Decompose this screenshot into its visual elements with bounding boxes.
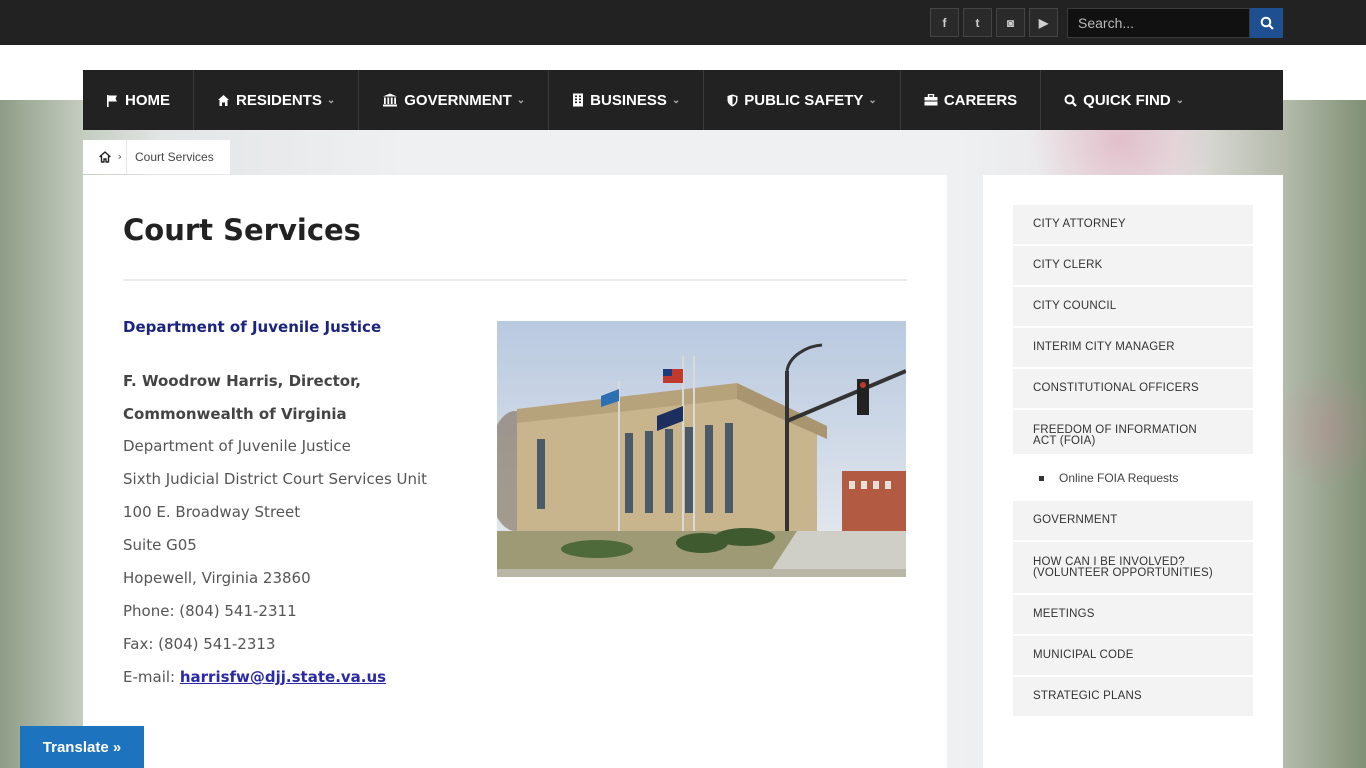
- chevron-down-icon: ⌄: [516, 94, 526, 106]
- address-line: Hopewell, Virginia 23860: [123, 569, 311, 587]
- instagram-icon[interactable]: ◙: [996, 8, 1025, 37]
- director-name: F. Woodrow Harris, Director, Commonwealt…: [123, 372, 361, 423]
- chevron-down-icon: ⌄: [671, 94, 681, 106]
- shield-icon: [727, 94, 738, 107]
- email-link[interactable]: harrisfw@djj.state.va.us: [180, 668, 386, 686]
- house-icon: [217, 94, 230, 107]
- nav-item-quick-find[interactable]: QUICK FIND ⌄: [1041, 70, 1207, 130]
- address-line: Suite G05: [123, 536, 197, 554]
- search-icon: [1260, 16, 1274, 30]
- search-icon: [1064, 94, 1077, 107]
- sidebar-item-foia[interactable]: FREEDOM OF INFORMATION ACT (FOIA): [1013, 410, 1253, 456]
- nav-item-home[interactable]: HOME: [83, 70, 194, 130]
- fax-line: Fax: (804) 541-2313: [123, 635, 276, 653]
- nav-label-residents: RESIDENTS: [236, 91, 322, 109]
- search-input[interactable]: [1067, 8, 1250, 38]
- phone-line: Phone: (804) 541-2311: [123, 602, 297, 620]
- nav-item-government[interactable]: GOVERNMENT ⌄: [359, 70, 550, 130]
- sidebar: CITY ATTORNEY CITY CLERK CITY COUNCIL IN…: [983, 175, 1283, 768]
- social-links: f t ◙ ▶: [930, 8, 1058, 37]
- sidebar-item-city-council[interactable]: CITY COUNCIL: [1013, 287, 1253, 328]
- breadcrumb-home[interactable]: ›: [83, 140, 127, 174]
- top-bar: f t ◙ ▶: [0, 0, 1366, 45]
- sidebar-item-city-clerk[interactable]: CITY CLERK: [1013, 246, 1253, 287]
- nav-label-government: GOVERNMENT: [404, 91, 512, 109]
- nav-item-residents[interactable]: RESIDENTS ⌄: [194, 70, 360, 130]
- page-title: Court Services: [123, 213, 361, 247]
- main-content: Court Services Department of Juvenile Ju…: [83, 175, 947, 768]
- youtube-icon[interactable]: ▶: [1029, 8, 1058, 37]
- sidebar-item-government[interactable]: GOVERNMENT: [1013, 501, 1253, 542]
- nav-label-quick-find: QUICK FIND: [1083, 91, 1171, 109]
- breadcrumb-current: Court Services: [135, 150, 214, 164]
- title-divider: [123, 279, 907, 281]
- email-line: E-mail: harrisfw@djj.state.va.us: [123, 668, 386, 686]
- flag-icon: [106, 94, 119, 107]
- translate-button[interactable]: Translate »: [20, 726, 144, 768]
- sidebar-item-strategic-plans[interactable]: STRATEGIC PLANS: [1013, 677, 1253, 718]
- sidebar-item-meetings[interactable]: MEETINGS: [1013, 595, 1253, 636]
- main-nav: HOME RESIDENTS ⌄ GOVERNMENT ⌄ BUSINESS ⌄…: [83, 70, 1283, 130]
- sidebar-item-volunteer-opportunities[interactable]: HOW CAN I BE INVOLVED? (VOLUNTEER OPPORT…: [1013, 542, 1253, 595]
- search-button[interactable]: [1250, 8, 1283, 38]
- nav-label-careers: CAREERS: [943, 91, 1018, 109]
- nav-label-home: HOME: [125, 91, 170, 109]
- building-icon: [572, 93, 584, 107]
- nav-label-public-safety: PUBLIC SAFETY: [744, 91, 864, 109]
- department-heading: Department of Juvenile Justice: [123, 318, 382, 336]
- courthouse-photo: [497, 321, 906, 577]
- chevron-down-icon: ⌄: [868, 94, 877, 106]
- address-line: Sixth Judicial District Court Services U…: [123, 470, 428, 488]
- sidebar-subitem-online-foia-requests[interactable]: Online FOIA Requests: [1013, 456, 1253, 501]
- sidebar-item-municipal-code[interactable]: MUNICIPAL CODE: [1013, 636, 1253, 677]
- nav-item-business[interactable]: BUSINESS ⌄: [549, 70, 705, 130]
- twitter-icon[interactable]: t: [963, 8, 992, 37]
- address-line: Department of Juvenile Justice: [123, 437, 351, 455]
- home-icon: [98, 151, 111, 163]
- facebook-icon[interactable]: f: [930, 8, 959, 37]
- sidebar-item-city-attorney[interactable]: CITY ATTORNEY: [1013, 205, 1253, 246]
- nav-item-public-safety[interactable]: PUBLIC SAFETY ⌄: [704, 70, 901, 130]
- chevron-down-icon: ⌄: [1175, 94, 1185, 106]
- email-label: E-mail:: [123, 668, 180, 686]
- institution-icon: [382, 93, 398, 107]
- chevron-down-icon: ⌄: [326, 94, 336, 106]
- breadcrumb: › Court Services: [83, 140, 230, 174]
- sidebar-item-constitutional-officers[interactable]: CONSTITUTIONAL OFFICERS: [1013, 369, 1253, 410]
- breadcrumb-separator-icon: ›: [117, 150, 122, 163]
- sidebar-item-interim-city-manager[interactable]: INTERIM CITY MANAGER: [1013, 328, 1253, 369]
- address-line: 100 E. Broadway Street: [123, 503, 301, 521]
- briefcase-icon: [924, 94, 938, 106]
- nav-item-careers[interactable]: CAREERS: [901, 70, 1042, 130]
- search-box: [1067, 8, 1283, 38]
- nav-label-business: BUSINESS: [590, 91, 667, 109]
